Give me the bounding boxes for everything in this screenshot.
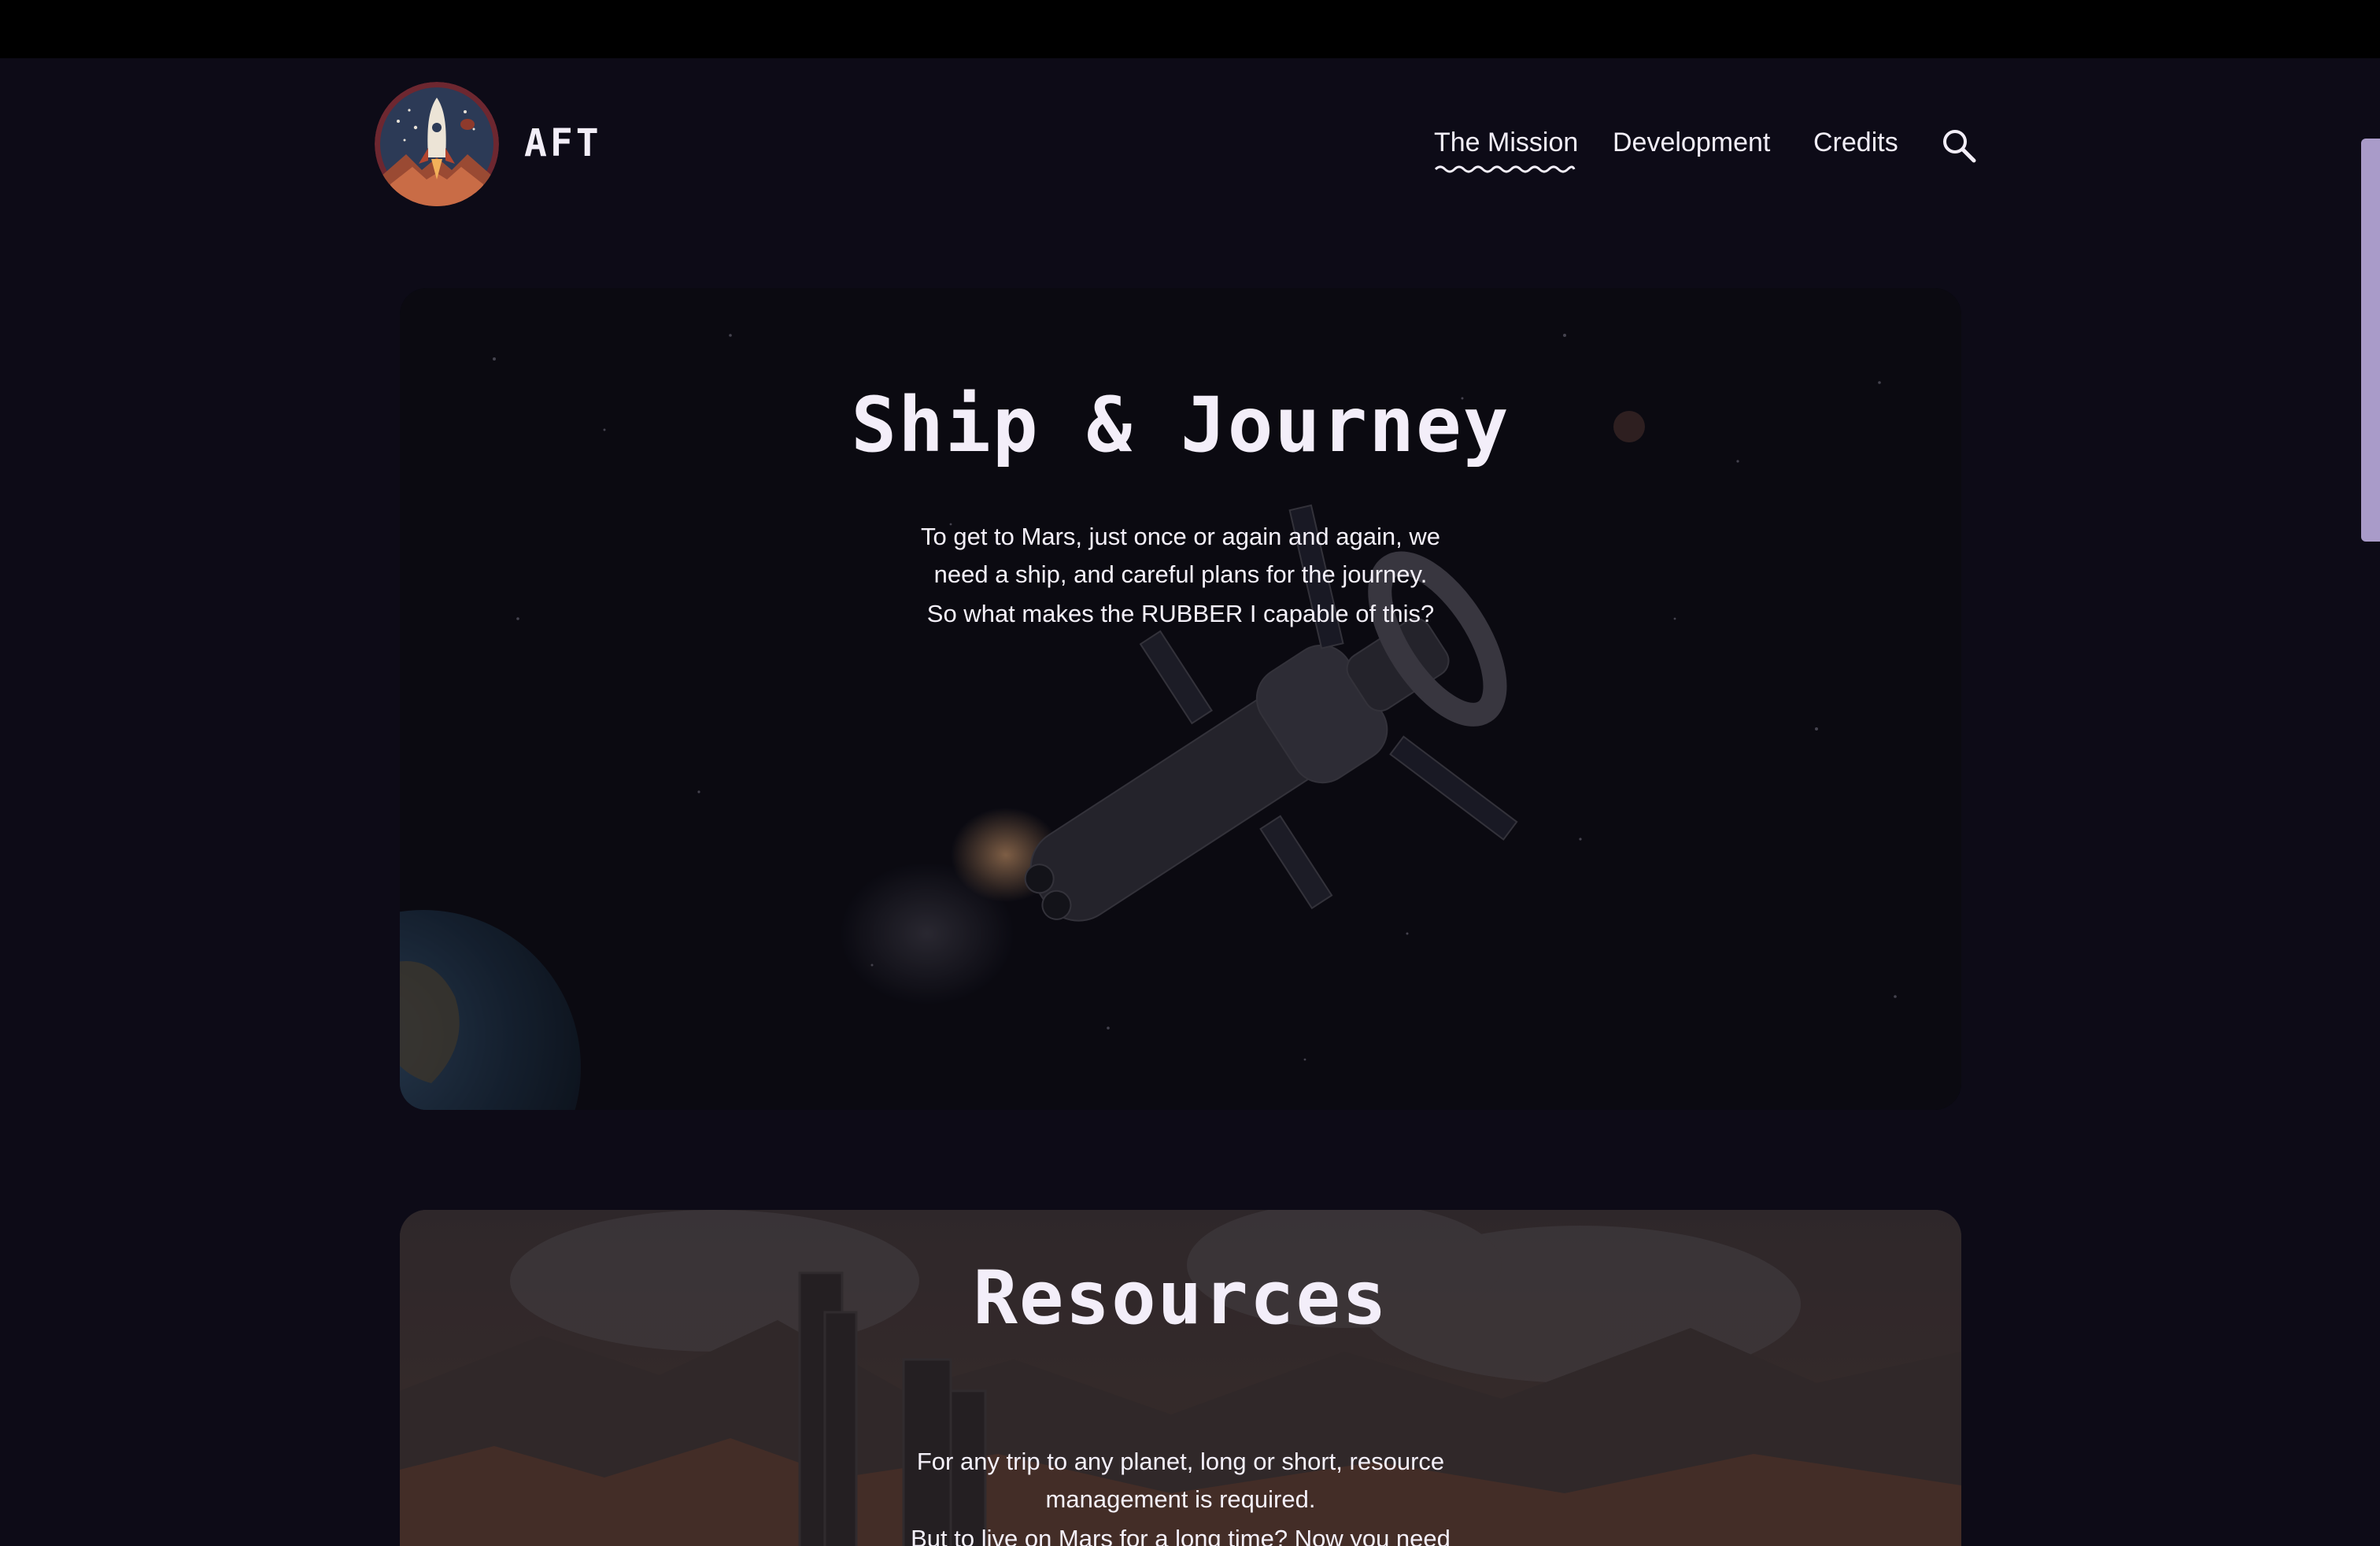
description-line: need a ship, and careful plans for the j… xyxy=(933,560,1428,588)
section-question: But to live on Mars for a long time? Now… xyxy=(911,1525,1451,1546)
logo-mission-patch[interactable] xyxy=(375,82,499,206)
section-description: To get to Mars, just once or again and a… xyxy=(400,518,1961,594)
active-nav-underline xyxy=(1434,165,1576,173)
section-description: For any trip to any planet, long or shor… xyxy=(400,1443,1961,1518)
search-icon xyxy=(1943,130,1976,163)
resources-card[interactable]: Resources For any trip to any planet, lo… xyxy=(400,1210,1961,1546)
nav-link-development[interactable]: Development xyxy=(1613,128,1770,158)
search-button[interactable] xyxy=(1941,128,1977,164)
browser-top-bar xyxy=(0,0,2380,58)
section-question: So what makes the RUBBER I capable of th… xyxy=(926,600,1435,627)
rocket-patch-icon xyxy=(375,82,499,206)
scrollbar-thumb[interactable] xyxy=(2361,139,2380,542)
brand-name[interactable]: AFT xyxy=(524,121,602,165)
ship-journey-card[interactable]: Ship & Journey To get to Mars, just once… xyxy=(400,288,1961,1110)
description-line: For any trip to any planet, long or shor… xyxy=(916,1448,1445,1475)
section-title: Ship & Journey xyxy=(851,381,1510,469)
section-title: Resources xyxy=(973,1256,1388,1341)
nav-link-credits[interactable]: Credits xyxy=(1813,128,1898,158)
nav-link-the-mission[interactable]: The Mission xyxy=(1434,128,1578,158)
description-line: management is required. xyxy=(1045,1485,1316,1513)
description-line: To get to Mars, just once or again and a… xyxy=(920,523,1440,550)
page: AFT The Mission Development Credits Ship… xyxy=(0,58,2380,1546)
